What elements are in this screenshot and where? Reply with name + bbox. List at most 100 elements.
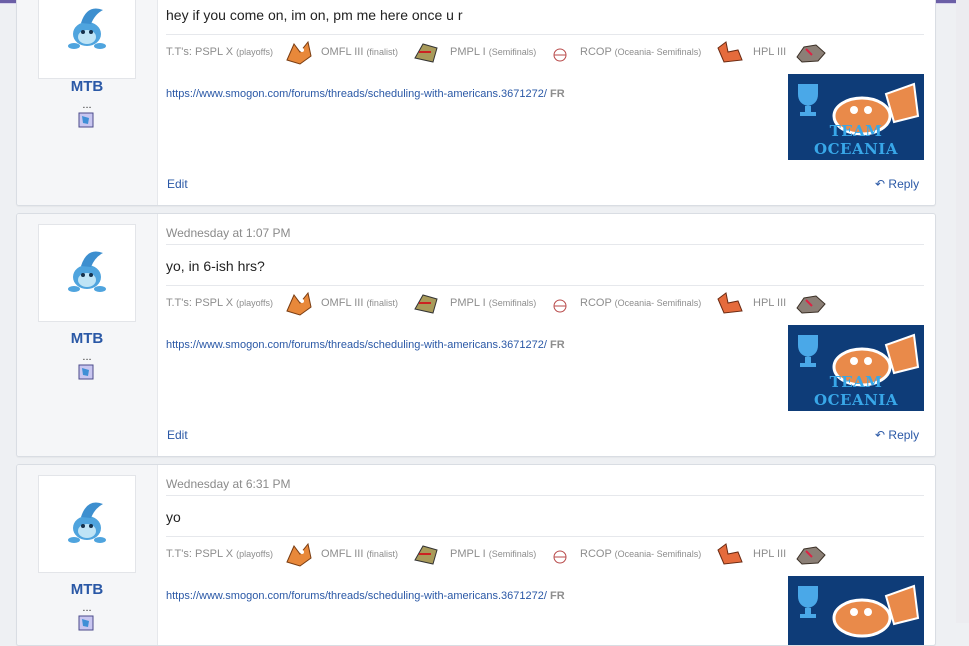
team-oceania-banner[interactable]: TEAM OCEANIA xyxy=(788,74,924,160)
signature-divider xyxy=(166,285,924,286)
sig-omfl: OMFL III (finalist) xyxy=(321,46,398,58)
reply-label: Reply xyxy=(888,428,920,442)
sig-pmpl-note: (Semifinals) xyxy=(488,47,537,57)
sig-hpl: HPL III xyxy=(753,297,786,309)
signature-link[interactable]: https://www.smogon.com/forums/threads/sc… xyxy=(166,339,565,351)
ho-oh-sprite-icon xyxy=(286,40,312,65)
kingler-sprite-icon xyxy=(717,543,743,565)
team-badge-icon[interactable] xyxy=(78,615,94,631)
signature-link[interactable]: https://www.smogon.com/forums/threads/sc… xyxy=(166,88,565,100)
team-oceania-banner[interactable] xyxy=(788,576,924,645)
post-message: hey if you come on, im on, pm me here on… xyxy=(166,7,463,23)
signature-line: T.T's: PSPL X (playoffs) xyxy=(166,548,273,560)
sig-omfl-note: (finalist) xyxy=(366,549,398,559)
team-badge-icon[interactable] xyxy=(78,112,94,128)
edit-link[interactable]: Edit xyxy=(167,428,188,442)
team-badge-icon[interactable] xyxy=(78,364,94,380)
giratina-sprite-icon xyxy=(414,294,438,314)
rhyperior-sprite-icon xyxy=(796,44,826,63)
sig-tts-note: (playoffs) xyxy=(236,47,274,57)
reply-button[interactable]: ↶ Reply xyxy=(875,428,919,442)
signature-link[interactable]: https://www.smogon.com/forums/threads/sc… xyxy=(166,590,565,602)
reply-arrow-icon: ↶ xyxy=(875,428,886,442)
signature-link-suffix: FR xyxy=(549,88,565,100)
user-info-column: MTB ... xyxy=(17,465,158,645)
post: MTB ... Wednesday at 6:31 PM yo T.T's: P… xyxy=(16,464,936,646)
sig-omfl-label: OMFL III xyxy=(321,46,364,58)
sig-tts-note: (playoffs) xyxy=(236,549,274,559)
post-message: yo, in 6-ish hrs? xyxy=(166,258,265,274)
signature-link-url[interactable]: https://www.smogon.com/forums/threads/sc… xyxy=(166,590,547,602)
manaphy-sprite-icon xyxy=(68,502,106,543)
ho-oh-sprite-icon xyxy=(286,542,312,567)
user-info-column: MTB ... xyxy=(17,0,158,205)
sig-pmpl-label: PMPL I xyxy=(450,297,486,309)
sig-hpl-label: HPL III xyxy=(753,548,787,560)
user-extra-dots: ... xyxy=(82,99,92,111)
sig-pmpl-note: (Semifinals) xyxy=(488,298,537,308)
post-date[interactable]: Wednesday at 6:31 PM xyxy=(166,477,291,491)
username-link[interactable]: MTB xyxy=(17,78,157,95)
post: MTB ... hey if you come on, im on, pm me… xyxy=(16,0,936,206)
edit-link[interactable]: Edit xyxy=(167,177,188,191)
reply-button[interactable]: ↶ Reply xyxy=(875,177,919,191)
rhyperior-sprite-icon xyxy=(796,546,826,565)
sig-hpl-label: HPL III xyxy=(753,297,787,309)
sig-omfl-note: (finalist) xyxy=(366,298,398,308)
user-extra-dots: ... xyxy=(82,351,92,363)
sig-rcop-label: RCOP xyxy=(580,46,612,58)
post-message: yo xyxy=(166,509,181,525)
voltorb-sprite-icon xyxy=(553,550,567,564)
giratina-sprite-icon xyxy=(414,545,438,565)
sig-omfl: OMFL III (finalist) xyxy=(321,297,398,309)
banner-text: TEAM OCEANIA xyxy=(814,373,898,409)
sig-rcop: RCOP (Oceania- Semifinals) xyxy=(580,548,701,560)
voltorb-sprite-icon xyxy=(553,48,567,62)
sig-tts-label: T.T's: PSPL X xyxy=(166,46,234,58)
banner-text: TEAM OCEANIA xyxy=(814,122,898,158)
sig-omfl-note: (finalist) xyxy=(366,47,398,57)
team-oceania-banner[interactable]: TEAM OCEANIA xyxy=(788,325,924,411)
sig-omfl-label: OMFL III xyxy=(321,297,364,309)
signature-link-suffix: FR xyxy=(549,339,565,351)
kingler-sprite-icon xyxy=(717,41,743,63)
rhyperior-sprite-icon xyxy=(796,295,826,314)
sig-rcop-note: (Oceania- Semifinals) xyxy=(614,47,702,57)
post: MTB ... Wednesday at 1:07 PM yo, in 6-is… xyxy=(16,213,936,457)
sig-rcop-note: (Oceania- Semifinals) xyxy=(614,298,702,308)
sig-pmpl-label: PMPL I xyxy=(450,46,486,58)
manaphy-sprite-icon xyxy=(68,251,106,292)
sig-omfl-label: OMFL III xyxy=(321,548,364,560)
reply-label: Reply xyxy=(888,177,920,191)
manaphy-sprite-icon xyxy=(68,8,106,49)
avatar[interactable] xyxy=(38,224,136,322)
avatar[interactable] xyxy=(38,0,136,79)
ho-oh-sprite-icon xyxy=(286,291,312,316)
sig-tts-note: (playoffs) xyxy=(236,298,274,308)
kingler-sprite-icon xyxy=(717,292,743,314)
user-info-column: MTB ... xyxy=(17,214,158,456)
sig-rcop-label: RCOP xyxy=(580,548,612,560)
sig-tts-label: T.T's: PSPL X xyxy=(166,297,234,309)
signature-divider xyxy=(166,536,924,537)
page-scrollbar-track[interactable] xyxy=(956,0,969,623)
header-divider xyxy=(166,495,924,496)
giratina-sprite-icon xyxy=(414,43,438,63)
signature-line: T.T's: PSPL X (playoffs) xyxy=(166,297,273,309)
avatar[interactable] xyxy=(38,475,136,573)
sig-pmpl: PMPL I (Semifinals) xyxy=(450,46,536,58)
username-link[interactable]: MTB xyxy=(17,330,157,347)
sig-rcop-note: (Oceania- Semifinals) xyxy=(614,549,702,559)
username-link[interactable]: MTB xyxy=(17,581,157,598)
signature-link-suffix: FR xyxy=(549,590,565,602)
sig-pmpl-note: (Semifinals) xyxy=(488,549,537,559)
sig-rcop: RCOP (Oceania- Semifinals) xyxy=(580,46,701,58)
sig-pmpl: PMPL I (Semifinals) xyxy=(450,297,536,309)
voltorb-sprite-icon xyxy=(553,299,567,313)
signature-link-url[interactable]: https://www.smogon.com/forums/threads/sc… xyxy=(166,88,547,100)
post-date[interactable]: Wednesday at 1:07 PM xyxy=(166,226,291,240)
reply-arrow-icon: ↶ xyxy=(875,177,886,191)
header-divider xyxy=(166,244,924,245)
sig-pmpl: PMPL I (Semifinals) xyxy=(450,548,536,560)
signature-link-url[interactable]: https://www.smogon.com/forums/threads/sc… xyxy=(166,339,547,351)
